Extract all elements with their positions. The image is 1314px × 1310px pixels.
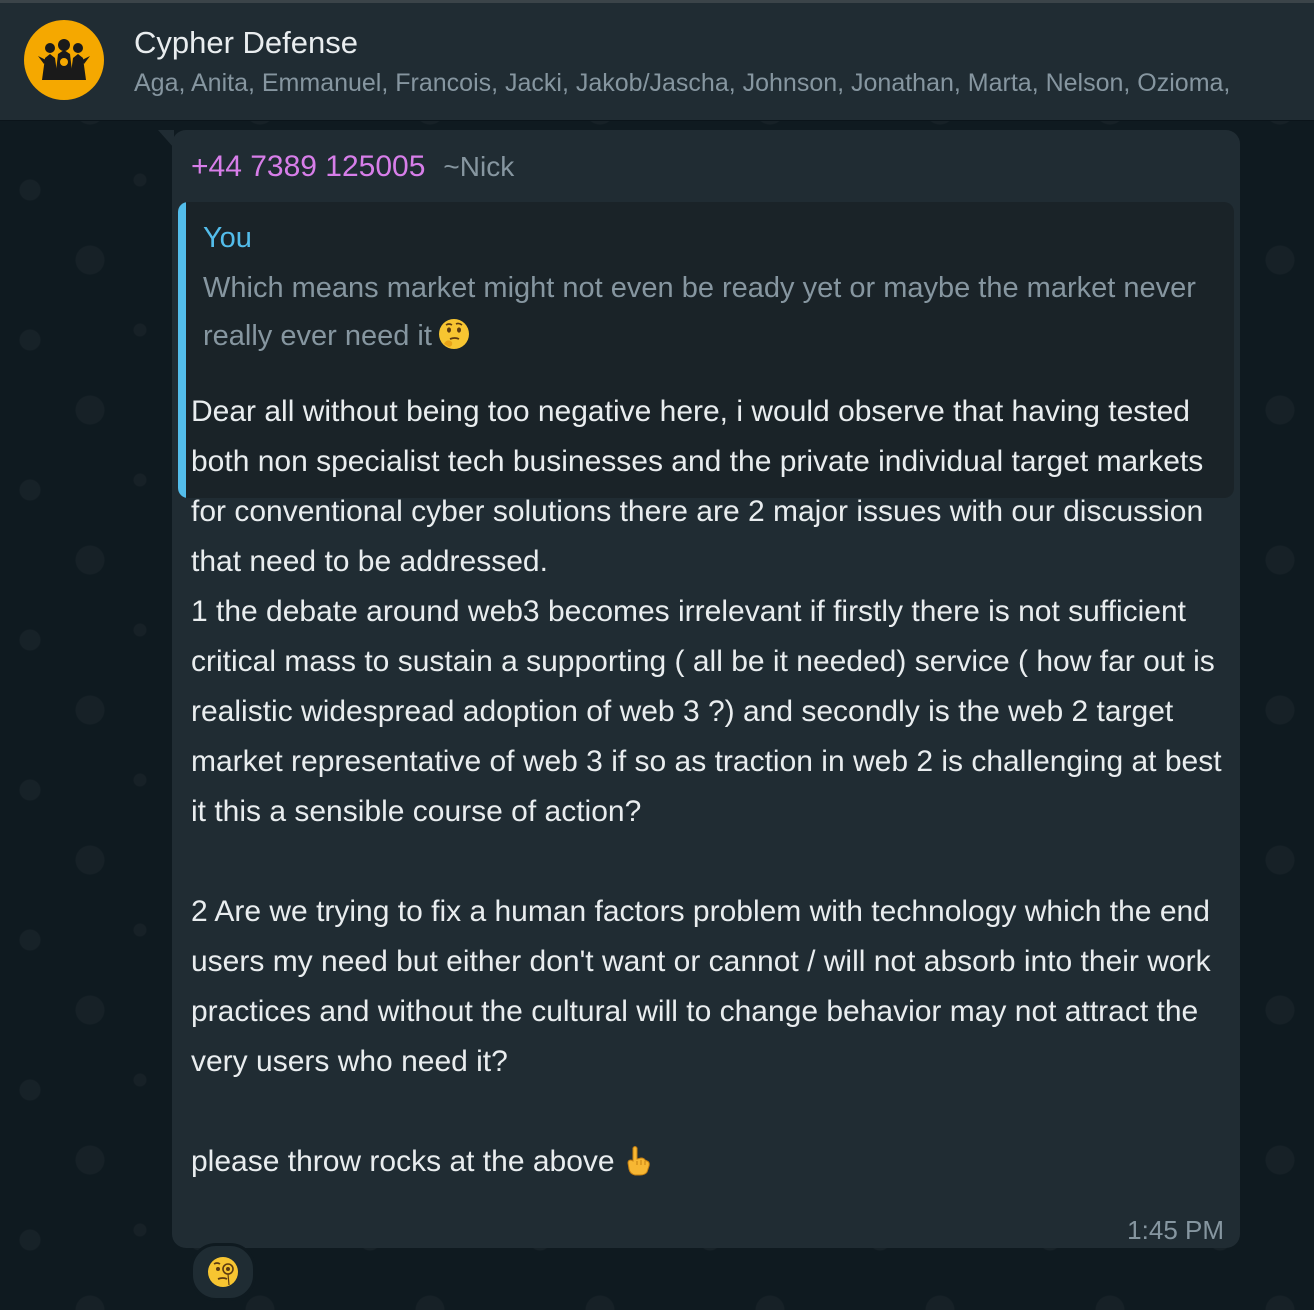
chat-window: Cypher Defense Aga, Anita, Emmanuel, Fra… xyxy=(0,0,1314,1310)
quote-author: You xyxy=(203,222,252,254)
quote-accent-bar xyxy=(178,202,186,498)
group-logo-icon xyxy=(38,39,90,80)
group-avatar[interactable] xyxy=(24,20,104,100)
pointing-up-icon xyxy=(627,1146,650,1176)
sender-name: ~Nick xyxy=(443,151,515,182)
message-timestamp: 1:45 PM xyxy=(1127,1215,1224,1245)
message-text: Dear all without being too negative here… xyxy=(191,395,1222,1178)
chat-header[interactable]: Cypher Defense Aga, Anita, Emmanuel, Fra… xyxy=(0,3,1314,121)
chat-title[interactable]: Cypher Defense xyxy=(134,25,358,61)
message-sender: +44 7389 125005 ~Nick xyxy=(191,150,514,184)
face-with-monocle-icon xyxy=(208,1257,238,1287)
group-members-list: Aga, Anita, Emmanuel, Francois, Jacki, J… xyxy=(134,69,1231,97)
sender-phone[interactable]: +44 7389 125005 xyxy=(191,150,425,184)
quote-text: Which means market might not even be rea… xyxy=(203,264,1223,360)
quote-text-content: Which means market might not even be rea… xyxy=(203,272,1196,352)
message-body: Dear all without being too negative here… xyxy=(191,387,1231,1187)
reaction-badge[interactable] xyxy=(190,1243,256,1301)
thinking-face-icon xyxy=(438,319,469,349)
message-bubble[interactable]: +44 7389 125005 ~Nick You Which means ma… xyxy=(172,130,1240,1248)
